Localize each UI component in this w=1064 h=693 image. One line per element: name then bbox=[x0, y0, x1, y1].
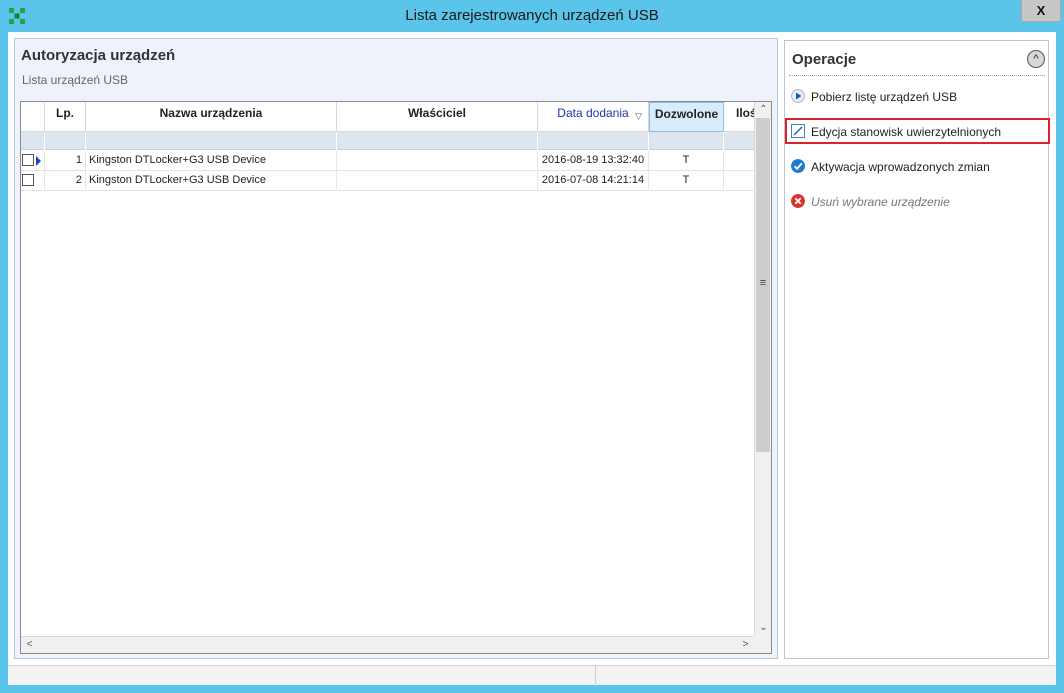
cell-device-name: Kingston DTLocker+G3 USB Device bbox=[86, 171, 337, 191]
fetch-usb-list-label: Pobierz listę urządzeń USB bbox=[811, 90, 958, 104]
operations-panel: Operacje ^ Pobierz listę urządzeń USB Ed… bbox=[784, 40, 1050, 659]
header-date-added-label: Data dodania bbox=[557, 106, 629, 120]
scrollbar-corner bbox=[754, 636, 771, 653]
header-count[interactable]: Iloś bbox=[724, 102, 754, 132]
delete-device-label: Usuń wybrane urządzenie bbox=[811, 195, 950, 209]
row-selector[interactable] bbox=[21, 151, 45, 171]
delete-device-button[interactable]: Usuń wybrane urządzenie bbox=[791, 192, 1045, 212]
cell-date-added: 2016-07-08 14:21:14 bbox=[538, 171, 649, 191]
check-icon bbox=[791, 159, 805, 173]
scroll-grip-icon: ≡ bbox=[759, 277, 767, 289]
usb-device-grid[interactable]: Lp. Nazwa urządzenia Właściciel Data dod… bbox=[20, 101, 772, 654]
horizontal-scroll-thumb[interactable] bbox=[37, 639, 737, 652]
operations-title: Operacje bbox=[792, 51, 857, 68]
panel-title: Autoryzacja urządzeń bbox=[21, 47, 176, 64]
collapse-button[interactable]: ^ bbox=[1027, 50, 1045, 68]
horizontal-scrollbar[interactable]: < > bbox=[21, 636, 754, 653]
window-title: Lista zarejestrowanych urządzeń USB bbox=[405, 7, 659, 24]
cell-allowed: T bbox=[649, 171, 724, 191]
edit-authenticated-stations-button[interactable]: Edycja stanowisk uwierzytelnionych bbox=[785, 118, 1050, 144]
divider bbox=[789, 75, 1045, 76]
header-device-name[interactable]: Nazwa urządzenia bbox=[86, 102, 337, 132]
table-row[interactable]: 2 Kingston DTLocker+G3 USB Device 2016-0… bbox=[21, 171, 754, 191]
header-allowed[interactable]: Dozwolone bbox=[649, 102, 724, 132]
sort-descending-icon: ▽ bbox=[635, 111, 642, 121]
scroll-down-button[interactable]: ⌄ bbox=[755, 620, 771, 636]
cell-owner bbox=[337, 151, 538, 171]
current-row-pointer-icon bbox=[36, 156, 41, 166]
cell-lp: 2 bbox=[45, 171, 86, 191]
status-bar bbox=[8, 665, 1056, 686]
play-icon bbox=[791, 89, 805, 103]
activate-changes-button[interactable]: Aktywacja wprowadzonych zmian bbox=[791, 157, 1045, 177]
filter-cell[interactable] bbox=[649, 132, 724, 150]
vertical-scrollbar[interactable]: ⌃ ≡ ⌄ bbox=[754, 102, 771, 636]
cell-date-added: 2016-08-19 13:32:40 bbox=[538, 151, 649, 171]
title-bar: Lista zarejestrowanych urządzeń USB X bbox=[0, 0, 1064, 32]
filter-cell[interactable] bbox=[86, 132, 337, 150]
cell-allowed: T bbox=[649, 151, 724, 171]
scroll-up-button[interactable]: ⌃ bbox=[755, 102, 771, 118]
status-segment bbox=[596, 666, 1056, 686]
filter-cell[interactable] bbox=[45, 132, 86, 150]
table-row[interactable]: 1 Kingston DTLocker+G3 USB Device 2016-0… bbox=[21, 151, 754, 171]
edit-icon bbox=[791, 124, 805, 138]
scroll-left-button[interactable]: < bbox=[21, 637, 38, 653]
cell-lp: 1 bbox=[45, 151, 86, 171]
cell-owner bbox=[337, 171, 538, 191]
header-lp[interactable]: Lp. bbox=[45, 102, 86, 132]
edit-authenticated-stations-label: Edycja stanowisk uwierzytelnionych bbox=[811, 125, 1002, 139]
filter-cell[interactable] bbox=[21, 132, 45, 150]
cell-device-name: Kingston DTLocker+G3 USB Device bbox=[86, 151, 337, 171]
window-client: Autoryzacja urządzeń Lista urządzeń USB … bbox=[8, 32, 1056, 686]
delete-icon bbox=[791, 194, 805, 208]
filter-row[interactable] bbox=[21, 132, 754, 150]
fetch-usb-list-button[interactable]: Pobierz listę urządzeń USB bbox=[791, 87, 1045, 107]
scroll-right-button[interactable]: > bbox=[737, 637, 754, 653]
row-selector[interactable] bbox=[21, 171, 45, 191]
header-owner[interactable]: Właściciel bbox=[337, 102, 538, 132]
row-checkbox[interactable] bbox=[22, 174, 34, 186]
filter-cell[interactable] bbox=[337, 132, 538, 150]
filter-cell[interactable] bbox=[538, 132, 649, 150]
status-segment bbox=[8, 666, 596, 686]
device-authorization-panel: Autoryzacja urządzeń Lista urządzeń USB … bbox=[14, 38, 778, 659]
close-button[interactable]: X bbox=[1021, 0, 1061, 22]
header-select-column[interactable] bbox=[21, 102, 45, 132]
header-date-added[interactable]: Data dodania ▽ bbox=[538, 102, 649, 132]
panel-subtitle: Lista urządzeń USB bbox=[22, 73, 129, 87]
activate-changes-label: Aktywacja wprowadzonych zmian bbox=[811, 160, 990, 174]
row-checkbox[interactable] bbox=[22, 154, 34, 166]
